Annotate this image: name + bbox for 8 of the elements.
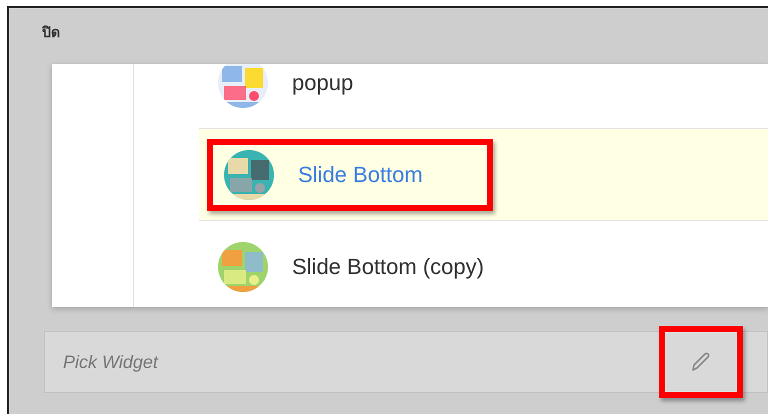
widget-option[interactable]: Slide Bottom	[199, 129, 768, 221]
option-label: popup	[292, 69, 354, 97]
section-title: ปิด	[42, 24, 60, 40]
option-label: Slide Bottom	[298, 161, 423, 189]
option-label: Slide Bottom (copy)	[292, 253, 484, 281]
widget-option[interactable]: Slide Bottom (copy)	[199, 221, 768, 307]
widget-option[interactable]: popup	[199, 64, 768, 129]
pick-widget-input: Pick Widget	[63, 348, 659, 376]
